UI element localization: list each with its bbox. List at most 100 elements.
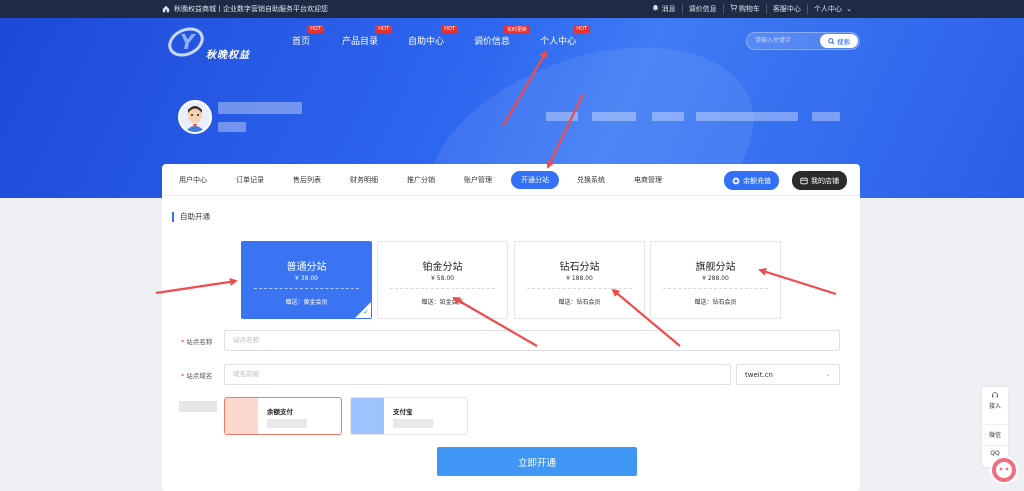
search-input[interactable]: [755, 36, 821, 46]
tab-open-substation[interactable]: 开通分站: [511, 171, 559, 189]
my-shop-button[interactable]: 我的店铺: [792, 171, 847, 190]
username-blur: [218, 102, 302, 114]
hot-badge: HOT: [573, 25, 591, 33]
hot-badge: HOT: [441, 25, 459, 33]
plan-name: 普通分站: [286, 262, 327, 273]
alipay-icon: [351, 398, 384, 434]
stat-blur-1: [546, 112, 578, 121]
plan-name: 钻石分站: [559, 262, 600, 273]
stat-blur-3: [652, 112, 684, 121]
plan-card-diamond[interactable]: 钻石分站 ¥ 188.00 赠送：钻石会员: [514, 241, 645, 319]
plan-gift: 赠送：铂金会员: [421, 299, 464, 306]
tab-after-sales[interactable]: 售后列表: [293, 175, 321, 185]
chevron-down-icon: ⌄: [825, 370, 831, 378]
stat-blur-5: [812, 112, 840, 121]
search-box: 搜索: [746, 32, 860, 50]
site-logo[interactable]: Y 秋晚权益: [166, 22, 266, 62]
bell-icon: [653, 5, 659, 11]
tab-user-center[interactable]: 用户中心: [179, 175, 207, 185]
shop-icon: [800, 177, 808, 184]
tab-account[interactable]: 账户管理: [464, 175, 492, 185]
plan-gift: 赠送：黄金会员: [285, 299, 328, 306]
payment-detail-blur: [267, 419, 307, 428]
payment-name: 支付宝: [393, 408, 413, 416]
site-name-label: * 站点名称: [181, 338, 213, 346]
logo-icon: Y: [168, 27, 204, 57]
plan-card-flagship[interactable]: 旗舰分站 ¥ 288.00 赠送：钻石会员: [650, 241, 781, 319]
cart-icon: [730, 4, 737, 11]
domain-label: * 站点域名: [181, 372, 213, 380]
plan-price: ¥ 288.00: [702, 275, 729, 282]
realtime-badge: 实时更新: [504, 25, 531, 34]
stat-blur-4: [696, 112, 798, 121]
plan-card-standard[interactable]: 普通分站 ¥ 38.00 赠送：黄金会员 ✓: [241, 241, 372, 319]
payment-alipay[interactable]: 支付宝: [350, 397, 468, 435]
top-link-price-info[interactable]: 调价信息: [681, 4, 723, 14]
chat-bubble-icon[interactable]: [990, 456, 1018, 484]
contact-item-service[interactable]: 接入: [982, 391, 1008, 410]
payment-detail-blur: [393, 419, 433, 428]
nav-home[interactable]: 首页 HOT: [292, 25, 325, 47]
top-link-personal[interactable]: 个人中心 ⌄: [806, 4, 858, 14]
tab-promotion[interactable]: 推广分销: [407, 175, 435, 185]
welcome-area: 秋晚权益商城丨企业数字营销自助服务平台欢迎您: [162, 4, 328, 14]
svg-text:Y: Y: [180, 30, 197, 54]
plan-divider: [527, 288, 632, 289]
top-links: 消息 调价信息 购物车 客服中心 个人中心 ⌄: [646, 4, 858, 14]
plan-gift: 赠送：钻石会员: [558, 299, 601, 306]
headset-icon: [992, 392, 998, 398]
main-card: 用户中心 订单记录 售后列表 财务明细 推广分销 账户管理 开通分站 兑换系统 …: [162, 164, 860, 491]
chevron-down-icon: ⌄: [846, 5, 852, 13]
tab-orders[interactable]: 订单记录: [236, 175, 264, 185]
nav-price-info[interactable]: 调价信息 实时更新: [474, 25, 531, 47]
top-bar: 秋晚权益商城丨企业数字营销自助服务平台欢迎您 消息 调价信息 购物车 客服中心 …: [0, 0, 1024, 18]
plan-price: ¥ 38.00: [295, 275, 318, 282]
domain-prefix-input[interactable]: [224, 364, 731, 385]
payment-balance[interactable]: 余额支付: [224, 397, 342, 435]
user-level-blur: [218, 122, 246, 132]
plan-gift: 赠送：钻石会员: [694, 299, 737, 306]
domain-suffix-select[interactable]: tweit.cn ⌄: [736, 364, 840, 385]
plan-card-platinum[interactable]: 铂金分站 ¥ 58.00 赠送：铂金会员: [377, 241, 508, 319]
robot-face-icon: [996, 462, 1012, 478]
plan-price: ¥ 58.00: [431, 275, 454, 282]
plan-divider: [254, 288, 359, 289]
payment-name: 余额支付: [267, 408, 293, 416]
balance-pay-icon: [225, 398, 258, 434]
search-icon: [828, 37, 835, 45]
welcome-text: 秋晚权益商城丨企业数字营销自助服务平台欢迎您: [174, 5, 328, 13]
check-icon: ✓: [355, 302, 371, 318]
plan-name: 旗舰分站: [695, 262, 736, 273]
coin-icon: [732, 177, 740, 184]
hot-badge: HOT: [375, 25, 393, 33]
recharge-button[interactable]: 余额充值: [724, 171, 779, 190]
nav-catalog[interactable]: 产品目录 HOT: [342, 25, 393, 47]
payment-label-blur: [179, 401, 217, 412]
avatar[interactable]: [178, 100, 212, 134]
top-link-messages[interactable]: 消息: [646, 4, 681, 14]
logo-text: 秋晚权益: [206, 50, 250, 61]
plan-price: ¥ 188.00: [566, 275, 593, 282]
open-now-button[interactable]: 立即开通: [437, 447, 637, 476]
site-name-input[interactable]: [224, 330, 840, 351]
hot-badge: HOT: [307, 25, 325, 33]
floating-contact-bar: 接入 微信 QQ: [982, 387, 1008, 467]
home-icon[interactable]: [162, 5, 170, 13]
tab-exchange[interactable]: 兑换系统: [577, 175, 605, 185]
contact-item-wechat[interactable]: 微信: [982, 424, 1008, 439]
plan-divider: [663, 288, 768, 289]
tab-finance[interactable]: 财务明细: [350, 175, 378, 185]
plan-divider: [390, 288, 495, 289]
nav-self-service[interactable]: 自助中心 HOT: [408, 25, 459, 47]
plan-name: 铂金分站: [422, 262, 463, 273]
main-nav: 首页 HOT 产品目录 HOT 自助中心 HOT 调价信息 实时更新 个人中心 HOT: [292, 25, 591, 47]
tab-bar: 用户中心 订单记录 售后列表 财务明细 推广分销 账户管理 开通分站 兑换系统 …: [162, 164, 860, 196]
top-link-service[interactable]: 客服中心: [765, 4, 807, 14]
top-link-cart[interactable]: 购物车: [722, 4, 766, 14]
nav-personal-center[interactable]: 个人中心 HOT: [540, 25, 591, 47]
avatar-image: [180, 102, 210, 132]
stat-blur-2: [592, 112, 636, 121]
tab-ecommerce[interactable]: 电商管理: [634, 175, 662, 185]
search-button[interactable]: 搜索: [820, 34, 858, 48]
section-title: 自助开通: [172, 212, 210, 222]
